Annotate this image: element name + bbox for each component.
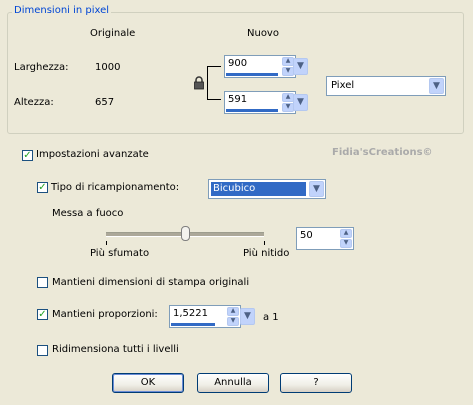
check-icon: ✓ — [38, 309, 47, 320]
resize-all-layers-checkbox[interactable] — [37, 345, 48, 356]
advanced-settings-label: Impostazioni avanzate — [36, 149, 149, 160]
ok-button[interactable]: OK — [112, 373, 184, 393]
sharpen-max-label: Più nitido — [243, 248, 290, 259]
original-column-header: Originale — [90, 28, 136, 39]
width-new-input[interactable]: 900 ▲ ▼ — [224, 55, 296, 78]
height-original-value: 657 — [95, 97, 115, 108]
width-dropdown-chevron-down-icon[interactable]: ▼ — [293, 58, 308, 75]
unit-select[interactable]: Pixel ▼ — [326, 76, 446, 96]
aspect-ratio-input[interactable]: 1,5221 ▲ ▼ — [169, 305, 241, 328]
keep-print-size-checkbox[interactable] — [37, 277, 48, 288]
cancel-button[interactable]: Annulla — [197, 373, 269, 393]
resample-type-label: Tipo di ricampionamento: — [51, 182, 180, 193]
width-original-value: 1000 — [95, 62, 121, 73]
ratio-spin-arrows-icon[interactable]: ▲ ▼ — [227, 307, 239, 326]
new-column-header: Nuovo — [247, 28, 279, 39]
help-button[interactable]: ? — [280, 373, 352, 393]
width-label: Larghezza: — [14, 62, 69, 73]
height-new-input[interactable]: 591 ▲ ▼ — [224, 91, 296, 114]
height-label: Altezza: — [14, 97, 54, 108]
watermark-text: Fidia'sCreations© — [332, 147, 433, 158]
height-dropdown-chevron-down-icon[interactable]: ▼ — [293, 94, 308, 111]
keep-proportions-label: Mantieni proporzioni: — [52, 309, 158, 320]
resize-all-layers-label: Ridimensiona tutti i livelli — [52, 344, 179, 355]
sharpen-min-label: Più sfumato — [90, 248, 150, 259]
pixel-dimensions-title: Dimensioni in pixel — [12, 5, 112, 16]
sharpen-spin-arrows-icon[interactable]: ▲ ▼ — [340, 229, 352, 248]
unit-chevron-down-icon[interactable]: ▼ — [429, 78, 444, 94]
sharpen-slider-thumb[interactable] — [181, 226, 190, 241]
ratio-suffix: a 1 — [263, 312, 279, 323]
resample-chevron-down-icon[interactable]: ▼ — [309, 181, 324, 197]
keep-proportions-checkbox[interactable]: ✓ — [37, 309, 48, 320]
check-icon: ✓ — [38, 182, 47, 193]
advanced-settings-checkbox[interactable]: ✓ — [22, 150, 33, 161]
lock-bracket — [207, 66, 221, 100]
sharpen-value-input[interactable]: 50 ▲ ▼ — [296, 227, 354, 250]
sharpen-label: Messa a fuoco — [52, 208, 124, 219]
check-icon: ✓ — [23, 150, 32, 161]
ratio-chevron-down-icon[interactable]: ▼ — [240, 308, 255, 325]
resample-type-select[interactable]: Bicubico ▼ — [208, 179, 326, 199]
lock-icon[interactable] — [193, 76, 205, 90]
keep-print-size-label: Mantieni dimensioni di stampa originali — [52, 277, 250, 288]
resample-type-checkbox[interactable]: ✓ — [37, 182, 48, 193]
